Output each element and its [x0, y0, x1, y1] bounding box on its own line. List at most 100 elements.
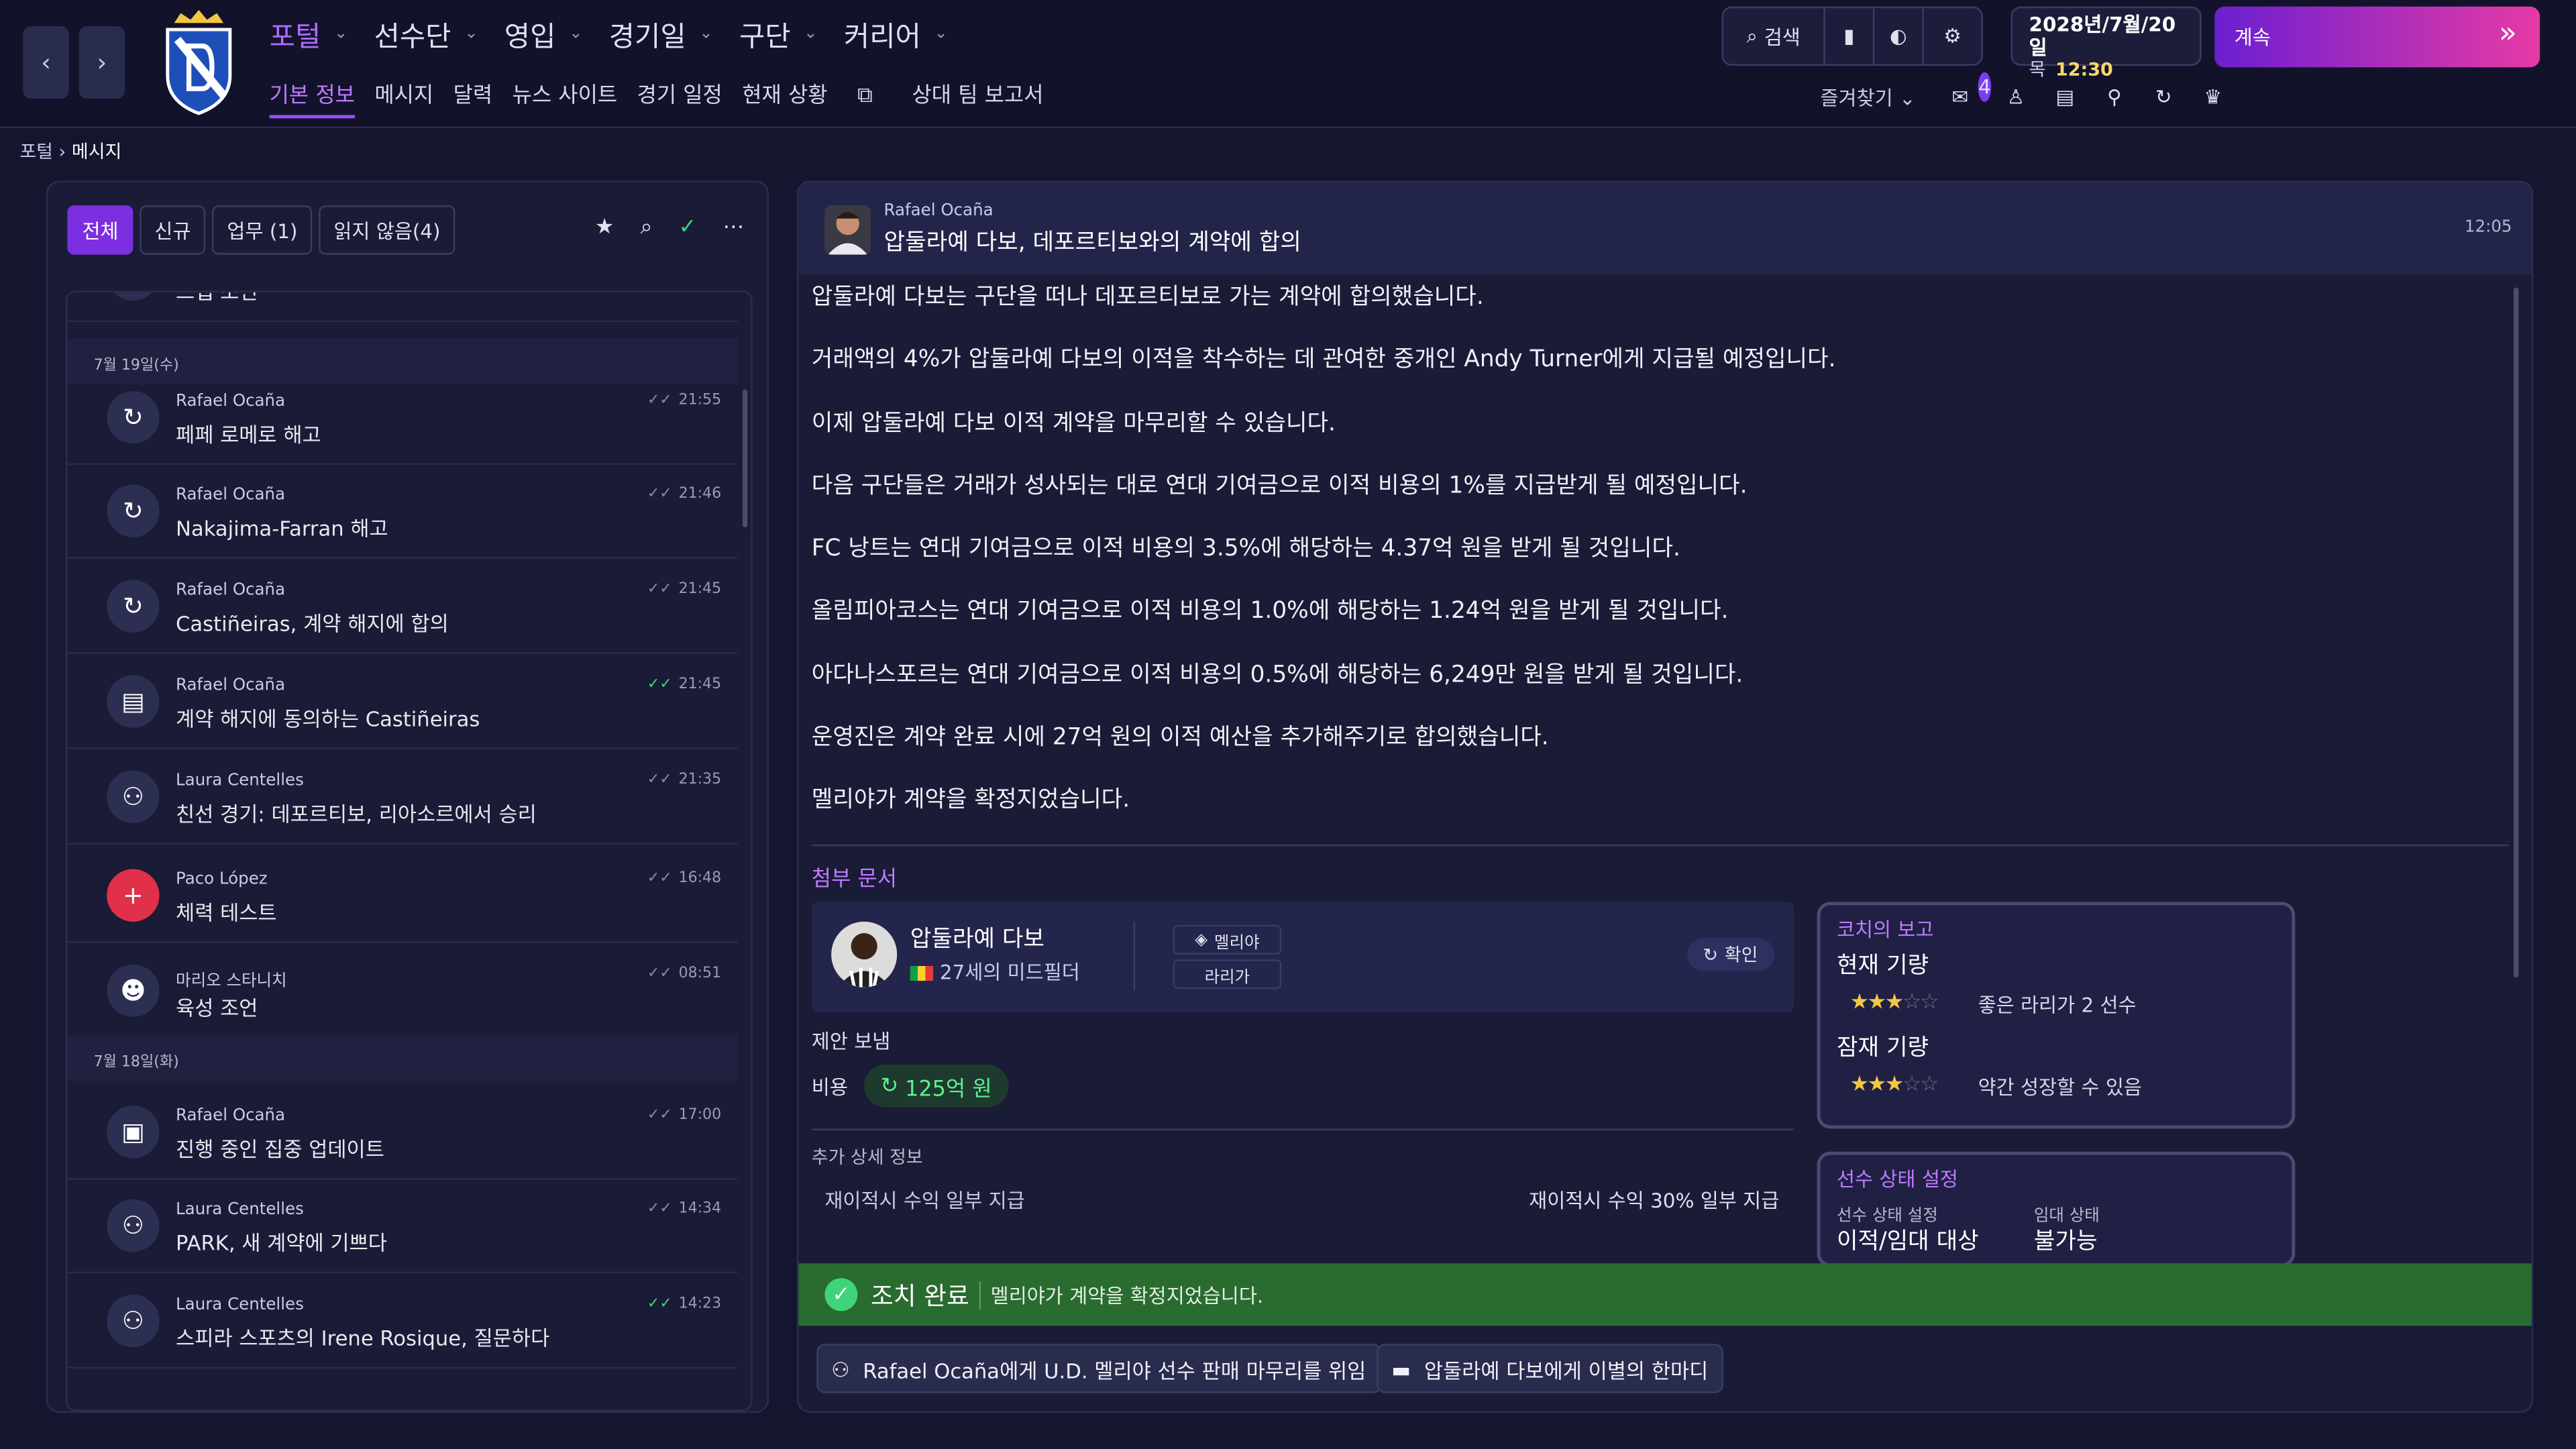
potential-ability-label: 잠재 기량	[1836, 1034, 1929, 1062]
search-icon[interactable]: ⌕	[641, 215, 653, 240]
club-tag[interactable]: ◈ 멜리야	[1173, 924, 1282, 955]
body-paragraph: 다음 구단들은 거래가 성사되는 대로 연대 기여금으로 이적 비용의 1%를 …	[811, 473, 1748, 500]
mail-icon: ✉	[107, 292, 160, 301]
list-item[interactable]: ▣ Rafael Ocaña 진행 중인 집중 업데이트 ✓✓ 17:00	[67, 1084, 738, 1180]
menu-portal[interactable]: 포털 ⌄	[270, 13, 348, 54]
item-time-label: 16:48	[678, 870, 722, 888]
filter-unread[interactable]: 읽지 않음(4)	[319, 205, 455, 255]
item-time-label: 17:00	[678, 1107, 722, 1124]
check-circle-icon: ✓	[824, 1278, 858, 1311]
scout-icon[interactable]: ⚲	[2100, 82, 2129, 111]
body-paragraph: 이제 압둘라예 다보 이적 계약을 마무리할 수 있습니다.	[811, 410, 1336, 437]
shirt-icon[interactable]: ♙	[2001, 82, 2031, 111]
club-crest-icon[interactable]	[161, 9, 237, 115]
body-paragraph: 운영진은 계약 완료 시에 27억 원의 이적 예산을 추가해주기로 합의했습니…	[811, 724, 1549, 751]
delegate-sale-button[interactable]: ⚇ Rafael Ocaña에게 U.D. 멜리야 선수 판매 마무리를 위임	[816, 1344, 1381, 1393]
message-type-icon: +	[107, 869, 160, 922]
list-scrollbar[interactable]	[742, 389, 748, 528]
menu-matchday[interactable]: 경기일 ⌄	[609, 13, 713, 54]
more-icon[interactable]: ⋯	[723, 215, 745, 240]
menu-label: 영입	[504, 21, 556, 54]
refresh-icon[interactable]: ↻	[2149, 82, 2178, 111]
message-type-icon: ⚇	[107, 1199, 160, 1252]
message-type-icon: ☻	[107, 964, 160, 1017]
coach-report[interactable]: 코치의 보고 현재 기량 ★★★☆☆ 좋은 라리가 2 선수 잠재 기량 ★★★…	[1817, 902, 2296, 1129]
cost-amount: 125억 원	[905, 1077, 992, 1102]
list-item[interactable]: + Paco López 체력 테스트 ✓✓ 16:48	[67, 848, 738, 943]
brain-icon: ◐	[1889, 24, 1907, 48]
list-item[interactable]: ↻ Rafael Ocaña Nakajima-Farran 해고 ✓✓ 21:46	[67, 464, 738, 559]
submenu-calendar[interactable]: 달력	[453, 77, 493, 118]
player-name[interactable]: 압둘라예 다보	[910, 922, 1044, 955]
chevron-down-icon: ⌄	[934, 24, 948, 43]
forward-button[interactable]: ›	[78, 26, 125, 99]
inbox-button[interactable]: ▮	[1825, 8, 1875, 64]
search-icon: ⌕	[1746, 23, 1758, 47]
separator	[1133, 921, 1136, 991]
submenu-overview[interactable]: 기본 정보	[269, 77, 355, 119]
submenu-news[interactable]: 뉴스 사이트	[513, 77, 618, 118]
body-paragraph: 거래액의 4%가 압둘라예 다보의 이적을 착수하는 데 관여한 중개인 And…	[811, 347, 1836, 374]
list-item[interactable]: ⚇ Laura Centelles 스피라 스포츠의 Irene Rosique, …	[67, 1273, 738, 1369]
item-sender: Laura Centelles	[176, 1296, 304, 1315]
settings-button[interactable]: ⚙	[1924, 8, 1982, 64]
item-time-label: 21:45	[678, 581, 722, 598]
star-icon[interactable]: ★	[595, 215, 614, 240]
delegate-sale-label: Rafael Ocaña에게 U.D. 멜리야 선수 판매 마무리를 위임	[863, 1358, 1366, 1383]
main-menu: 포털 ⌄ 선수단 ⌄ 영입 ⌄ 경기일 ⌄ 구단 ⌄ 커리어 ⌄	[270, 13, 975, 54]
search-label: 검색	[1764, 25, 1801, 49]
chat-icon[interactable]: ✉ 4	[1951, 72, 1992, 111]
item-subject: 체력 테스트	[176, 900, 277, 925]
submenu-status[interactable]: 현재 상황 ⧉	[742, 77, 892, 118]
item-sender: Laura Centelles	[176, 1201, 304, 1220]
read-check-icon: ✓✓	[647, 392, 672, 409]
feedback-button[interactable]: ◐	[1874, 8, 1924, 64]
item-time-label: 21:45	[678, 676, 722, 694]
message-type-icon: ▤	[107, 675, 160, 728]
breadcrumb-root[interactable]: 포털	[19, 142, 53, 163]
body-paragraph: 아다나스포르는 연대 기여금으로 이적 비용의 0.5%에 해당하는 6,249…	[811, 661, 1743, 688]
body-paragraph: 압둘라예 다보는 구단을 떠나 데포르티보로 가는 계약에 합의했습니다.	[811, 284, 1484, 311]
filter-task[interactable]: 업무 (1)	[212, 205, 313, 255]
current-ability-stars: ★★★☆☆	[1849, 990, 1939, 1016]
clipboard-icon[interactable]: ▤	[2050, 82, 2080, 111]
confirm-button[interactable]: ↻ 확인	[1686, 938, 1774, 971]
farewell-button[interactable]: ▬ 압둘라예 다보에게 이별의 한마디	[1377, 1344, 1723, 1393]
read-check-icon: ✓✓	[647, 966, 672, 983]
submenu-messages[interactable]: 메시지	[374, 77, 433, 118]
submenu-fixtures[interactable]: 경기 일정	[637, 77, 722, 118]
list-item[interactable]: ↻ Rafael Ocaña 페페 로메로 해고 ✓✓ 21:55	[67, 370, 738, 466]
item-time: ✓✓ 14:34	[647, 1201, 721, 1217]
search-button[interactable]: ⌕ 검색	[1723, 8, 1825, 64]
list-item[interactable]: ⚇ Laura Centelles 친선 경기: 데포르티보, 리아소르에서 승리 ✓…	[67, 749, 738, 845]
list-item[interactable]: ☻ 마리오 스타니치 육성 조언 ✓✓ 08:51	[67, 943, 738, 1038]
item-subject: Castiñeiras, 계약 해지에 합의	[176, 611, 449, 636]
menu-label: 구단	[739, 21, 791, 54]
player-status-box[interactable]: 선수 상태 설정 선수 상태 설정 이적/임대 대상 임대 상태 불가능	[1817, 1151, 2296, 1267]
menu-club[interactable]: 구단 ⌄	[739, 13, 818, 54]
list-item[interactable]: ▤ Rafael Ocaña 계약 해지에 동의하는 Castiñeiras ✓✓ 21…	[67, 654, 738, 749]
menu-squad[interactable]: 선수단 ⌄	[374, 13, 478, 54]
list-item[interactable]: ✉ 스탭 조언	[67, 292, 738, 323]
item-time: ✓✓ 21:55	[647, 392, 721, 409]
filter-all[interactable]: 전체	[67, 205, 133, 255]
player-card[interactable]: 압둘라예 다보 27세의 미드필더 ◈ 멜리야 라리가 ↻ 확인	[811, 902, 1794, 1012]
menu-recruitment[interactable]: 영입 ⌄	[504, 13, 583, 54]
league-tag[interactable]: 라리가	[1173, 959, 1282, 989]
menu-career[interactable]: 커리어 ⌄	[844, 13, 948, 54]
favorites-dropdown[interactable]: 즐겨찾기 ⌄	[1820, 84, 1915, 112]
filter-new[interactable]: 신규	[140, 205, 206, 255]
message-scrollbar[interactable]	[2513, 287, 2519, 978]
submenu-opposition-report[interactable]: 상대 팀 보고서	[912, 77, 1044, 118]
list-item[interactable]: ⚇ Laura Centelles PARK, 새 계약에 기쁘다 ✓✓ 14:34	[67, 1178, 738, 1273]
trophy-icon[interactable]: ♛	[2198, 82, 2228, 111]
loan-status-label: 임대 상태	[2033, 1208, 2100, 1226]
read-check-icon: ✓✓	[647, 1107, 672, 1124]
chevron-down-icon: ⌄	[569, 24, 583, 43]
mark-read-icon[interactable]: ✓	[679, 215, 697, 240]
date-display[interactable]: 2028년/7월/20일 목 12:30	[2010, 6, 2202, 80]
player-age-position: 27세의 미드필더	[939, 961, 1080, 984]
list-item[interactable]: ↻ Rafael Ocaña Castiñeiras, 계약 해지에 합의 ✓✓ 21:…	[67, 559, 738, 654]
continue-button[interactable]: 계속 »	[2214, 6, 2540, 68]
back-button[interactable]: ‹	[23, 26, 69, 99]
